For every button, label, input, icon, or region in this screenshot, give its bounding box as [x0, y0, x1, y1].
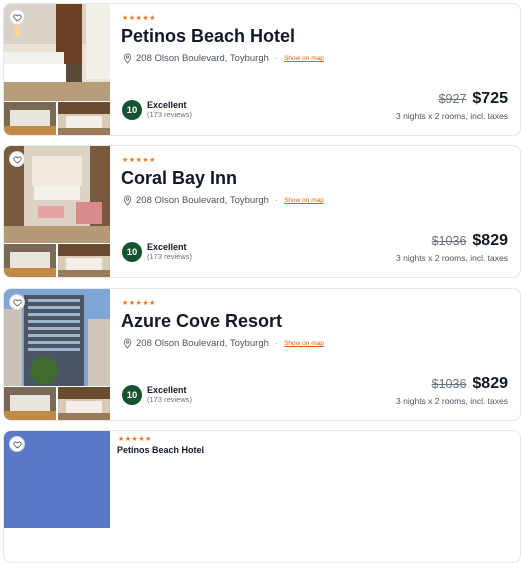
star-rating: ★★★★★	[122, 157, 156, 164]
favorite-button[interactable]	[9, 294, 25, 310]
review-summary: 10 Excellent (173 reviews)	[122, 385, 192, 405]
favorite-button[interactable]	[9, 436, 25, 452]
hotel-thumbnail[interactable]	[4, 244, 56, 277]
hotel-thumbnail[interactable]	[58, 244, 110, 277]
price-block: $927 $725	[439, 90, 508, 108]
show-on-map-link[interactable]: Show on map	[284, 197, 324, 204]
hotel-thumbnail[interactable]	[58, 102, 110, 135]
rating-label: Excellent	[147, 385, 187, 395]
hotel-thumbnail[interactable]	[4, 102, 56, 135]
separator-dot: ·	[274, 195, 279, 206]
star-rating: ★★★★★	[122, 15, 156, 22]
hotel-address: 208 Olson Boulevard, Toyburgh	[136, 338, 269, 349]
rating-label: Excellent	[147, 242, 187, 252]
rating-label: Excellent	[147, 100, 187, 110]
price-block: $1036 $829	[432, 375, 508, 393]
separator-dot: ·	[274, 338, 279, 349]
review-score-badge: 10	[122, 242, 142, 262]
stay-info: 3 nights x 2 rooms, incl. taxes	[396, 111, 508, 121]
hotel-name[interactable]: Petinos Beach Hotel	[117, 445, 204, 455]
heart-icon	[12, 155, 22, 163]
current-price: $829	[472, 375, 508, 392]
hotel-name[interactable]: Petinos Beach Hotel	[121, 26, 295, 47]
hotel-address-row: 208 Olson Boulevard, Toyburgh · Show on …	[122, 53, 324, 64]
star-rating: ★★★★★	[118, 436, 152, 443]
review-count: (173 reviews)	[147, 110, 193, 119]
current-price: $829	[472, 232, 508, 249]
hotel-card[interactable]: ★★★★★ Azure Cove Resort 208 Olson Boulev…	[3, 288, 521, 421]
current-price: $725	[472, 90, 508, 107]
hotel-name[interactable]: Azure Cove Resort	[121, 311, 282, 332]
hotel-card[interactable]: ★★★★★ Petinos Beach Hotel 208 Olson Boul…	[3, 3, 521, 136]
show-on-map-link[interactable]: Show on map	[284, 55, 324, 62]
price-block: $1036 $829	[432, 232, 508, 250]
original-price: $927	[438, 92, 467, 106]
original-price: $1036	[431, 377, 467, 391]
review-count: (173 reviews)	[147, 395, 193, 404]
original-price: $1036	[431, 234, 467, 248]
hotel-card[interactable]: ★★★★★ Coral Bay Inn 208 Olson Boulevard,…	[3, 145, 521, 278]
hotel-address: 208 Olson Boulevard, Toyburgh	[136, 53, 269, 64]
show-on-map-link[interactable]: Show on map	[284, 340, 324, 347]
location-pin-icon	[123, 53, 132, 64]
review-summary: 10 Excellent (173 reviews)	[122, 242, 192, 262]
hotel-name[interactable]: Coral Bay Inn	[121, 168, 237, 189]
stay-info: 3 nights x 2 rooms, incl. taxes	[396, 253, 508, 263]
hotel-address: 208 Olson Boulevard, Toyburgh	[136, 195, 269, 206]
review-score-badge: 10	[122, 385, 142, 405]
review-score-badge: 10	[122, 100, 142, 120]
heart-icon	[12, 440, 22, 448]
review-summary: 10 Excellent (173 reviews)	[122, 100, 192, 120]
hotel-address-row: 208 Olson Boulevard, Toyburgh · Show on …	[122, 195, 324, 206]
location-pin-icon	[123, 338, 132, 349]
heart-icon	[12, 298, 22, 306]
review-count: (173 reviews)	[147, 252, 193, 261]
hotel-card[interactable]: ★★★★★ Petinos Beach Hotel	[3, 430, 521, 563]
hotel-thumbnail[interactable]	[58, 387, 110, 420]
favorite-button[interactable]	[9, 151, 25, 167]
favorite-button[interactable]	[9, 9, 25, 25]
location-pin-icon	[123, 195, 132, 206]
stay-info: 3 nights x 2 rooms, incl. taxes	[396, 396, 508, 406]
separator-dot: ·	[274, 53, 279, 64]
hotel-address-row: 208 Olson Boulevard, Toyburgh · Show on …	[122, 338, 324, 349]
star-rating: ★★★★★	[122, 300, 156, 307]
heart-icon	[12, 13, 22, 21]
hotel-thumbnail[interactable]	[4, 387, 56, 420]
